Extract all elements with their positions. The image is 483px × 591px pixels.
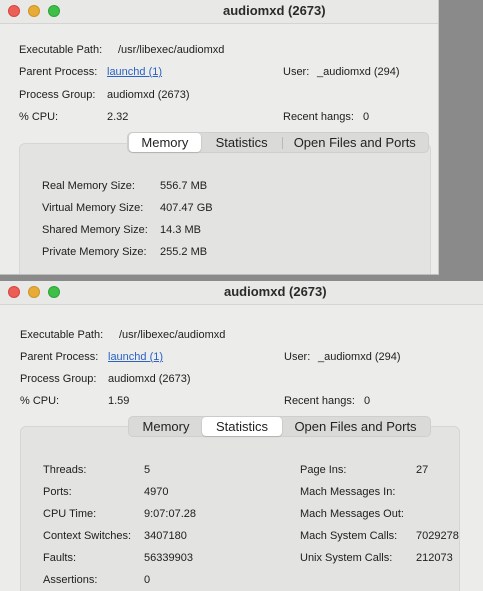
executable-path-value: /usr/libexec/audiomxd [119, 329, 226, 341]
stat-label: Page Ins: [300, 464, 347, 476]
executable-path-value: /usr/libexec/audiomxd [118, 44, 225, 56]
title-bar[interactable]: audiomxd (2673) [0, 281, 483, 305]
process-group-value: audiomxd (2673) [108, 373, 191, 385]
close-button[interactable] [8, 286, 20, 298]
stat-value: 9:07:07.28 [144, 508, 196, 520]
stat-value: 4970 [144, 486, 169, 498]
virtual-memory-label: Virtual Memory Size: [42, 202, 144, 214]
process-group-label: Process Group: [20, 373, 97, 385]
tab-statistics[interactable]: Statistics [202, 417, 282, 436]
minimize-button[interactable] [28, 5, 40, 17]
tab-open-files-and-ports[interactable]: Open Files and Ports [282, 417, 429, 436]
process-group-value: audiomxd (2673) [107, 89, 190, 101]
stat-value: 0 [144, 574, 151, 586]
parent-process-link[interactable]: launchd (1) [108, 351, 163, 363]
shared-memory-value: 14.3 MB [160, 224, 201, 236]
recent-hangs-value: 0 [364, 395, 371, 407]
stat-label: Mach Messages Out: [300, 508, 404, 520]
tab-segmented-control: Memory Statistics Open Files and Ports [127, 132, 429, 153]
stat-value: 212073 [416, 552, 453, 564]
process-group-label: Process Group: [19, 89, 96, 101]
stat-value: 5 [144, 464, 151, 476]
stat-value: 27 [416, 464, 429, 476]
executable-path-label: Executable Path: [20, 329, 104, 341]
recent-hangs-label: Recent hangs: [283, 111, 354, 123]
shared-memory-label: Shared Memory Size: [42, 224, 148, 236]
user-value: _audiomxd (294) [317, 66, 400, 78]
tab-memory[interactable]: Memory [129, 133, 201, 152]
cpu-value: 2.32 [107, 111, 129, 123]
window-title: audiomxd (2673) [223, 3, 326, 18]
stat-label: Mach System Calls: [300, 530, 398, 542]
stat-label: Faults: [43, 552, 77, 564]
tab-open-files-and-ports[interactable]: Open Files and Ports [283, 133, 428, 152]
real-memory-label: Real Memory Size: [42, 180, 135, 192]
executable-path-label: Executable Path: [19, 44, 103, 56]
window-title: audiomxd (2673) [224, 284, 327, 299]
process-info-window-memory: audiomxd (2673) Executable Path: /usr/li… [0, 0, 439, 275]
stat-label: Assertions: [43, 574, 98, 586]
stat-value: 56339903 [144, 552, 193, 564]
user-label: User: [284, 351, 311, 363]
private-memory-label: Private Memory Size: [42, 246, 147, 258]
user-label: User: [283, 66, 310, 78]
virtual-memory-value: 407.47 GB [160, 202, 213, 214]
tab-statistics[interactable]: Statistics [202, 133, 282, 152]
recent-hangs-label: Recent hangs: [284, 395, 355, 407]
recent-hangs-value: 0 [363, 111, 370, 123]
stat-label: Context Switches: [43, 530, 132, 542]
zoom-button[interactable] [48, 5, 60, 17]
tab-segmented-control: Memory Statistics Open Files and Ports [128, 416, 431, 437]
cpu-value: 1.59 [108, 395, 130, 407]
zoom-button[interactable] [48, 286, 60, 298]
private-memory-value: 255.2 MB [160, 246, 208, 258]
cpu-label: % CPU: [20, 395, 60, 407]
user-value: _audiomxd (294) [318, 351, 401, 363]
parent-process-label: Parent Process: [20, 351, 99, 363]
parent-process-label: Parent Process: [19, 66, 98, 78]
stat-value: 7029278 [416, 530, 459, 542]
parent-process-link[interactable]: launchd (1) [107, 66, 162, 78]
stat-label: Ports: [43, 486, 72, 498]
cpu-label: % CPU: [19, 111, 59, 123]
title-bar[interactable]: audiomxd (2673) [0, 0, 438, 24]
real-memory-value: 556.7 MB [160, 180, 208, 192]
stat-label: Unix System Calls: [300, 552, 393, 564]
stat-label: CPU Time: [43, 508, 97, 520]
tab-memory[interactable]: Memory [130, 417, 202, 436]
minimize-button[interactable] [28, 286, 40, 298]
close-button[interactable] [8, 5, 20, 17]
stat-label: Mach Messages In: [300, 486, 396, 498]
process-info-window-statistics: audiomxd (2673) Executable Path: /usr/li… [0, 281, 483, 591]
stat-value: 3407180 [144, 530, 187, 542]
stat-label: Threads: [43, 464, 87, 476]
